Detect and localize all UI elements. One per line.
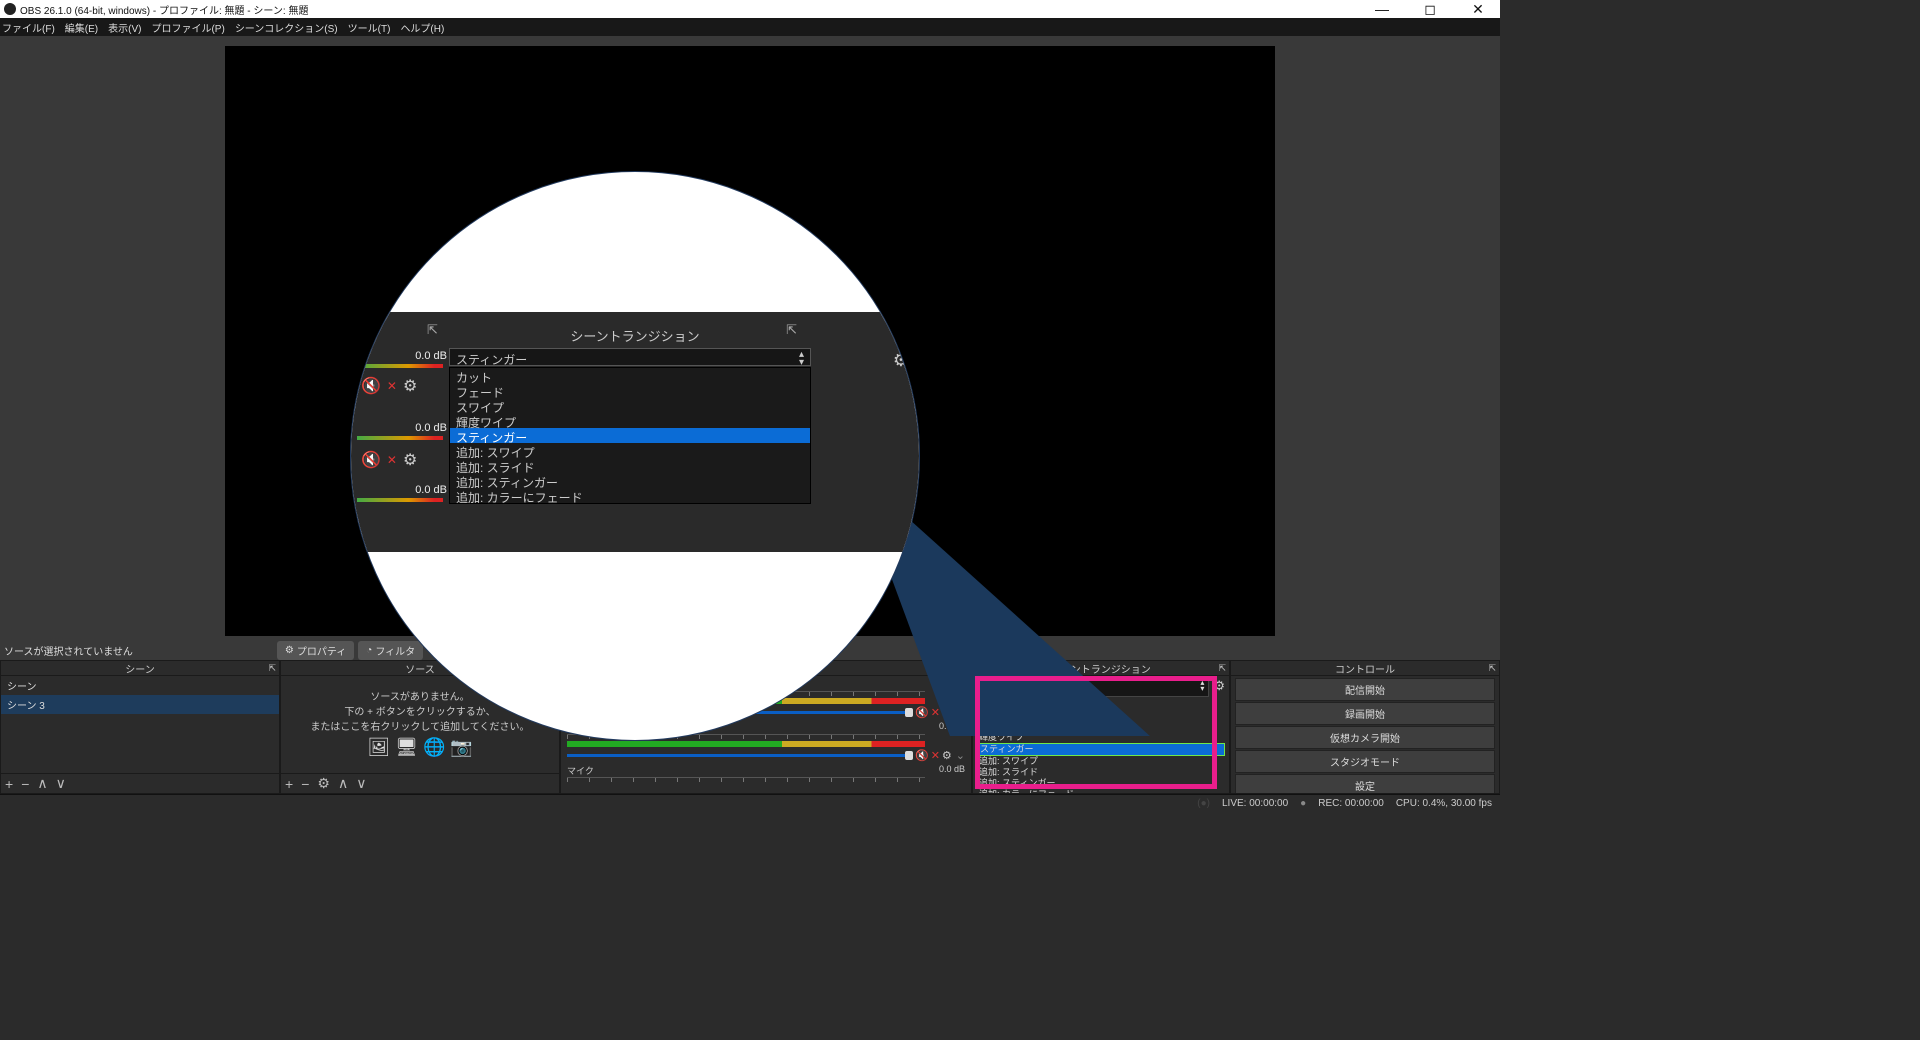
transition-option[interactable]: 追加: カラーにフェード <box>977 789 1225 793</box>
scenes-list: シーン シーン 3 <box>1 676 279 773</box>
menu-file[interactable]: ファイル(F) <box>2 20 55 35</box>
scene-item[interactable]: シーン <box>1 676 279 695</box>
minimize-button[interactable]: ― <box>1364 1 1400 18</box>
rec-indicator-icon: ● <box>1300 798 1306 809</box>
menu-help[interactable]: ヘルプ(H) <box>400 20 444 35</box>
mag-vu-meter <box>357 498 443 502</box>
move-up-button[interactable]: ∧ <box>338 775 348 792</box>
scenes-panel: シーン ⇱ シーン シーン 3 + − ∧ ∨ <box>0 660 280 794</box>
mag-option[interactable]: 追加: スワイプ <box>450 443 810 458</box>
meter-ticks <box>567 777 925 782</box>
no-source-label: ソースが選択されていません <box>4 643 133 658</box>
monitor-icon: 🖥 <box>395 737 418 757</box>
preview-area: ⇱ ⇱ シーントランジション ⚙ スティンガー ▴▾ カット フェード スワイプ… <box>0 36 1500 640</box>
live-indicator-icon: (●) <box>1197 798 1210 809</box>
status-bar: (●) LIVE: 00:00:00 ● REC: 00:00:00 CPU: … <box>0 794 1500 812</box>
mag-option[interactable]: 追加: スティンガー <box>450 473 810 488</box>
settings-button[interactable]: 設定 <box>1235 774 1495 793</box>
mag-vu-meter <box>357 436 443 440</box>
mag-option[interactable]: 追加: カラーにフェード <box>450 488 810 503</box>
cpu-stats: CPU: 0.4%, 30.00 fps <box>1396 798 1492 809</box>
menu-view[interactable]: 表示(V) <box>108 20 141 35</box>
mag-db: 0.0 dB <box>357 350 447 362</box>
title-bar: OBS 26.1.0 (64-bit, windows) - プロファイル: 無… <box>0 0 1500 18</box>
start-virtualcam-button[interactable]: 仮想カメラ開始 <box>1235 726 1495 749</box>
remove-button[interactable]: − <box>301 776 309 792</box>
image-icon: 🖼 <box>367 737 390 757</box>
move-down-button[interactable]: ∨ <box>356 775 366 792</box>
close-button[interactable]: ✕ <box>1460 1 1496 18</box>
globe-icon: 🌐 <box>423 737 445 757</box>
gear-icon[interactable]: ⚙ <box>403 450 417 470</box>
gear-icon[interactable]: ⚙ <box>403 376 417 396</box>
mute-icon[interactable]: 🔇 <box>361 450 381 470</box>
menu-profile[interactable]: プロファイル(P) <box>151 20 224 35</box>
close-icon[interactable]: ✕ <box>387 453 397 467</box>
studio-mode-button[interactable]: スタジオモード <box>1235 750 1495 773</box>
mag-option[interactable]: 輝度ワイプ <box>450 413 810 428</box>
highlight-box <box>975 676 1217 789</box>
mag-panel-title: シーントランジション <box>351 326 919 345</box>
mag-option[interactable]: フェード <box>450 383 810 398</box>
close-icon[interactable]: ✕ <box>931 749 940 762</box>
app-icon <box>4 3 16 15</box>
scene-transitions-panel: シーントランジション⇱ スティンガー ▴▾ ⚙ カット フェード スワイプ 輝度… <box>972 660 1230 794</box>
detach-icon[interactable]: ⇱ <box>1488 663 1496 674</box>
add-button[interactable]: + <box>285 776 293 792</box>
gear-icon[interactable]: ⚙ <box>317 775 330 792</box>
mag-transition-select[interactable]: スティンガー ▴▾ <box>449 348 811 366</box>
maximize-button[interactable]: ◻ <box>1412 1 1448 18</box>
scene-item-selected[interactable]: シーン 3 <box>1 695 279 714</box>
gear-icon[interactable]: ⚙ <box>893 350 909 371</box>
menu-tools[interactable]: ツール(T) <box>348 20 391 35</box>
mag-track-controls: 🔇 ✕ ⚙ <box>361 450 417 470</box>
close-icon[interactable]: ✕ <box>387 379 397 393</box>
mag-option[interactable]: スワイプ <box>450 398 810 413</box>
window-title: OBS 26.1.0 (64-bit, windows) - プロファイル: 無… <box>20 2 308 17</box>
mag-selected-value: スティンガー <box>456 353 527 367</box>
mag-option[interactable]: カット <box>450 368 810 383</box>
detach-icon[interactable]: ⇱ <box>1218 663 1226 674</box>
vu-meter <box>567 741 925 747</box>
magnifier-overlay: ⇱ ⇱ シーントランジション ⚙ スティンガー ▴▾ カット フェード スワイプ… <box>350 171 920 741</box>
mag-option-selected[interactable]: スティンガー <box>450 428 810 443</box>
mag-track-controls: 🔇 ✕ ⚙ <box>361 376 417 396</box>
scenes-title: シーン <box>125 661 155 676</box>
move-up-button[interactable]: ∧ <box>37 775 47 792</box>
properties-button[interactable]: ⚙プロパティ <box>277 641 354 660</box>
source-type-icons: 🖼 🖥 🌐 📷 <box>281 737 559 758</box>
controls-panel: コントロール⇱ 配信開始 録画開始 仮想カメラ開始 スタジオモード 設定 終了 <box>1230 660 1500 794</box>
mute-icon[interactable]: 🔇 <box>915 749 929 762</box>
chevron-updown-icon: ▴▾ <box>799 351 804 367</box>
mute-icon[interactable]: 🔇 <box>361 376 381 396</box>
detach-icon[interactable]: ⇱ <box>268 663 276 674</box>
menu-scene-collection[interactable]: シーンコレクション(S) <box>235 20 338 35</box>
mag-db: 0.0 dB <box>357 422 447 434</box>
track-db: 0.0 dB <box>939 764 965 777</box>
add-button[interactable]: + <box>5 776 13 792</box>
mag-option[interactable]: 追加: スライド <box>450 458 810 473</box>
menu-edit[interactable]: 編集(E) <box>65 20 98 35</box>
remove-button[interactable]: − <box>21 776 29 792</box>
rec-time: REC: 00:00:00 <box>1318 798 1384 809</box>
start-stream-button[interactable]: 配信開始 <box>1235 678 1495 701</box>
gear-icon[interactable]: ⚙ <box>942 749 952 762</box>
menu-bar: ファイル(F) 編集(E) 表示(V) プロファイル(P) シーンコレクション(… <box>0 18 1500 36</box>
track-name: マイク <box>567 764 594 777</box>
chevron-down-icon[interactable]: ⌄ <box>956 749 965 762</box>
mag-vu-meter <box>357 364 443 368</box>
mag-transition-options: カット フェード スワイプ 輝度ワイプ スティンガー 追加: スワイプ 追加: … <box>449 367 811 504</box>
live-time: LIVE: 00:00:00 <box>1222 798 1288 809</box>
gear-icon: ⚙ <box>285 645 294 656</box>
audio-track: マイク 0.0 dB <box>561 762 971 782</box>
volume-slider[interactable] <box>567 754 913 757</box>
start-record-button[interactable]: 録画開始 <box>1235 702 1495 725</box>
mag-db: 0.0 dB <box>357 484 447 496</box>
camera-icon: 📷 <box>450 737 472 757</box>
move-down-button[interactable]: ∨ <box>56 775 66 792</box>
controls-title: コントロール <box>1335 661 1395 676</box>
